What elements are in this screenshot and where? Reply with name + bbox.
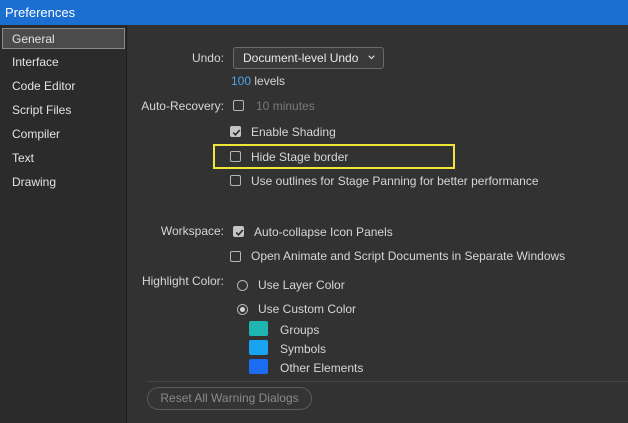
- checkmark-icon: [235, 229, 244, 236]
- use-custom-color-label: Use Custom Color: [258, 302, 357, 316]
- symbols-swatch-label: Symbols: [280, 342, 327, 356]
- other-elements-swatch-label: Other Elements: [280, 361, 364, 375]
- highlight-color-label: Highlight Color:: [141, 274, 224, 288]
- sidebar-item-text[interactable]: Text: [2, 148, 125, 169]
- auto-recovery-minutes-suffix: minutes: [272, 99, 315, 113]
- use-outlines-checkbox[interactable]: [230, 175, 241, 186]
- separate-windows-label: Open Animate and Script Documents in Sep…: [251, 249, 566, 263]
- sidebar-item-interface[interactable]: Interface: [2, 52, 125, 73]
- window-title: Preferences: [5, 5, 76, 20]
- undo-dropdown[interactable]: Document-level Undo: [233, 47, 384, 69]
- undo-levels: 100 levels: [231, 74, 285, 88]
- category-sidebar: General Interface Code Editor Script Fil…: [0, 25, 127, 423]
- auto-recovery-minutes-value[interactable]: 10: [256, 99, 269, 113]
- reset-warning-dialogs-button[interactable]: Reset All Warning Dialogs: [147, 387, 312, 410]
- chevron-down-icon: [368, 55, 375, 60]
- enable-shading-checkbox[interactable]: [230, 126, 241, 137]
- auto-collapse-label: Auto-collapse Icon Panels: [254, 225, 393, 239]
- use-layer-color-label: Use Layer Color: [258, 278, 345, 292]
- divider: [147, 381, 628, 382]
- enable-shading-label: Enable Shading: [251, 125, 336, 139]
- separate-windows-checkbox[interactable]: [230, 251, 241, 262]
- hide-stage-border-checkbox[interactable]: [230, 151, 241, 162]
- undo-label: Undo:: [191, 51, 224, 65]
- undo-levels-value[interactable]: 100: [231, 74, 251, 88]
- undo-dropdown-value: Document-level Undo: [243, 51, 359, 65]
- use-layer-color-radio[interactable]: [237, 280, 248, 291]
- checkmark-icon: [232, 129, 241, 136]
- sidebar-item-compiler[interactable]: Compiler: [2, 124, 125, 145]
- window-title-bar: Preferences: [0, 0, 628, 25]
- use-custom-color-radio[interactable]: [237, 304, 248, 315]
- auto-recovery-minutes: 10 minutes: [256, 99, 315, 113]
- auto-recovery-label: Auto-Recovery:: [141, 99, 224, 113]
- use-outlines-label: Use outlines for Stage Panning for bette…: [251, 174, 539, 188]
- general-settings-panel: Undo: Document-level Undo 100 levels Aut…: [127, 25, 628, 423]
- groups-color-swatch[interactable]: [249, 321, 268, 336]
- sidebar-item-drawing[interactable]: Drawing: [2, 172, 125, 193]
- other-elements-color-swatch[interactable]: [249, 359, 268, 374]
- undo-levels-suffix: levels: [254, 74, 286, 88]
- symbols-color-swatch[interactable]: [249, 340, 268, 355]
- sidebar-item-script-files[interactable]: Script Files: [2, 100, 125, 121]
- workspace-label: Workspace:: [160, 224, 224, 238]
- groups-swatch-label: Groups: [280, 323, 320, 337]
- auto-recovery-checkbox[interactable]: [233, 100, 244, 111]
- sidebar-item-code-editor[interactable]: Code Editor: [2, 76, 125, 97]
- hide-stage-border-label: Hide Stage border: [251, 150, 349, 164]
- auto-collapse-checkbox[interactable]: [233, 226, 244, 237]
- sidebar-item-general[interactable]: General: [2, 28, 125, 49]
